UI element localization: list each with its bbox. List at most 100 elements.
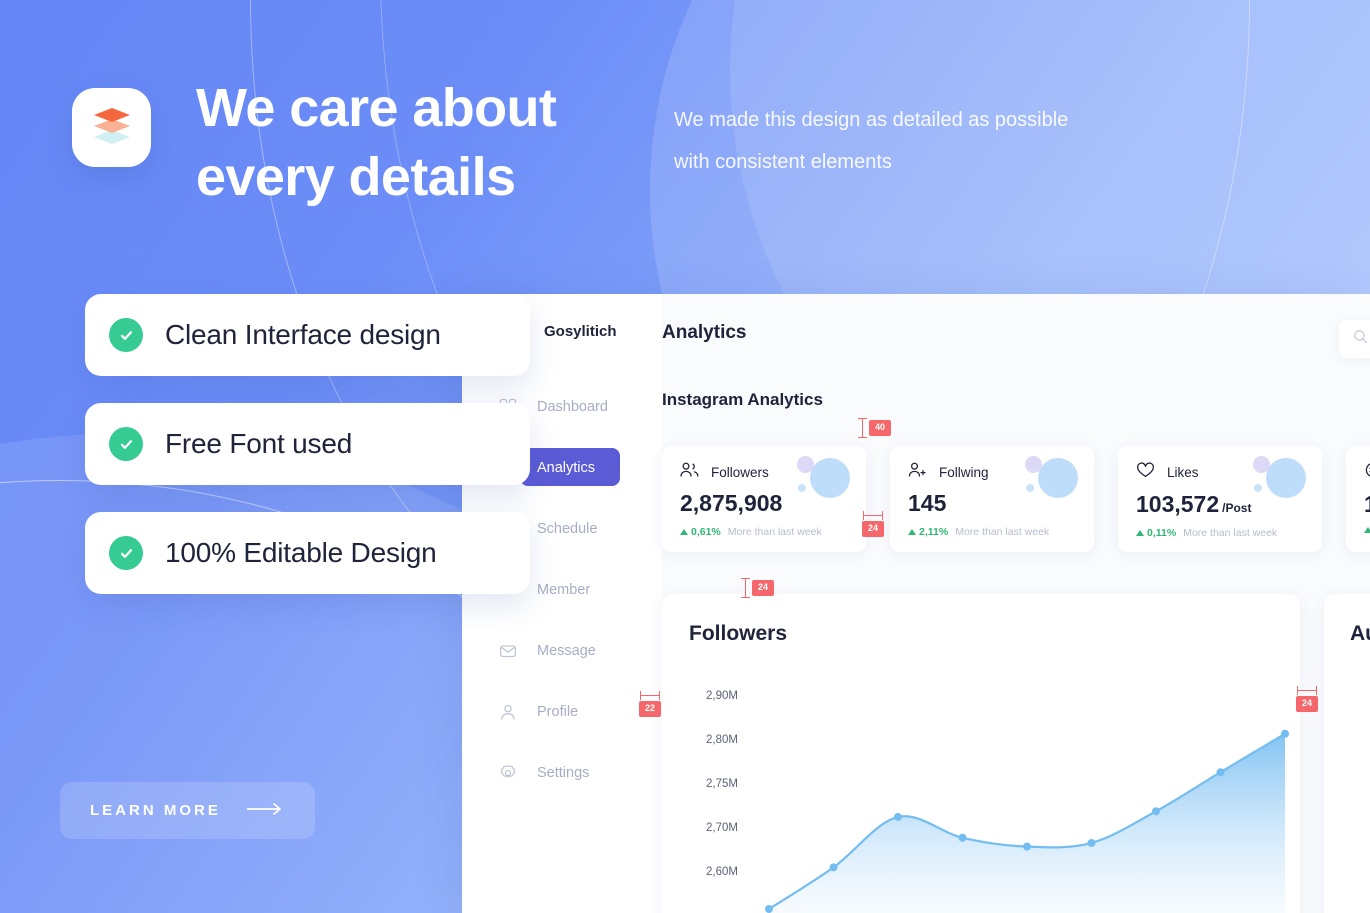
list-item[interactable]: Free Font used <box>85 403 530 485</box>
stat-delta: 2,11% <box>908 526 948 538</box>
followers-area-chart: 2,90M 2,80M 2,75M 2,70M 2,60M <box>662 674 1300 913</box>
y-tick-label: 2,90M <box>706 690 738 702</box>
stat-label: Followers <box>711 464 769 480</box>
sidebar-item-label: Message <box>537 642 596 659</box>
triangle-up-icon <box>680 529 688 535</box>
arrow-right-icon <box>245 802 285 819</box>
stat-delta-value: 0,11% <box>1147 527 1177 539</box>
section-heading: Instagram Analytics <box>662 390 823 409</box>
spec-line-horizontal <box>1297 686 1317 695</box>
spec-value: 22 <box>639 701 662 717</box>
stat-value: 103,572 <box>1136 491 1220 517</box>
dashboard-window: Gosylitich Dashboard Analytics Schedule <box>462 294 1370 913</box>
stat-label: Likes <box>1167 465 1199 480</box>
brand-logo <box>72 88 151 167</box>
stat-note: More than last week <box>1183 527 1278 539</box>
spec-marker-22: 22 <box>639 691 662 717</box>
list-item[interactable]: 100% Editable Design <box>85 512 530 594</box>
stat-card-comments[interactable]: 1 <box>1346 446 1370 552</box>
feature-label: Clean Interface design <box>165 319 441 350</box>
hero-title-line1: We care about <box>196 78 557 138</box>
spec-value: 24 <box>752 580 775 596</box>
feature-label: Free Font used <box>165 428 353 459</box>
chart-data-point[interactable] <box>1152 807 1160 816</box>
hero-subtitle: We made this design as detailed as possi… <box>674 99 1274 183</box>
panel-title: Followers <box>689 622 788 645</box>
chart-data-point[interactable] <box>765 905 773 913</box>
followers-chart-panel: Followers 2,90M 2,80M 2,75M 2,70M 2,60M <box>662 594 1300 913</box>
chart-data-point[interactable] <box>894 812 902 821</box>
sidebar-item-label: Dashboard <box>537 398 608 415</box>
spec-value: 24 <box>862 521 885 537</box>
sidebar-item-profile[interactable]: Profile <box>462 681 662 742</box>
chart-data-point[interactable] <box>1281 729 1289 738</box>
heart-icon <box>1136 462 1155 483</box>
stat-delta-value: 0,61% <box>691 526 721 538</box>
spec-line-horizontal <box>863 511 883 520</box>
stat-delta: 0,61% <box>680 526 721 538</box>
chart-data-point[interactable] <box>829 863 838 872</box>
sidebar-item-label: Analytics <box>537 459 596 476</box>
stat-value: 2,875,908 <box>680 490 783 516</box>
stat-card-list: Followers 2,875,908 0,61% More than last… <box>662 446 1370 552</box>
brand-name: Gosylitich <box>544 323 617 340</box>
spec-marker-24-below: 24 <box>741 578 775 598</box>
stat-note: More than last week <box>955 526 1050 538</box>
learn-more-label: LEARN MORE <box>90 802 221 819</box>
hero-subtitle-line2: with consistent elements <box>674 151 892 173</box>
user-plus-icon <box>908 462 927 482</box>
panel-title: Au <box>1350 622 1370 645</box>
spec-marker-24-right: 24 <box>1296 686 1319 712</box>
stat-delta: 0,11% <box>1136 527 1176 539</box>
stat-card-following[interactable]: Follwing 145 2,11% More than last week <box>890 446 1094 552</box>
main-content: Analytics Instagram Analytics Followers … <box>662 294 1370 913</box>
sidebar-item-message[interactable]: Message <box>462 620 662 681</box>
sidebar-item-label: Schedule <box>537 520 598 537</box>
stat-note: More than last week <box>727 526 822 538</box>
stat-card-likes[interactable]: Likes 103,572/Post 0,11% More than last … <box>1118 446 1322 552</box>
stat-delta <box>1364 527 1370 533</box>
stat-label: Follwing <box>939 464 989 480</box>
check-icon <box>109 536 143 570</box>
person-icon <box>498 702 518 722</box>
spec-line-horizontal <box>640 691 660 700</box>
check-icon <box>109 427 143 461</box>
hero-title-line2: every details <box>196 146 516 207</box>
chart-data-point[interactable] <box>1216 768 1225 777</box>
stat-unit: /Post <box>1222 501 1252 515</box>
y-tick-label: 2,80M <box>706 734 738 746</box>
search-input[interactable] <box>1339 320 1370 358</box>
gear-icon <box>498 763 518 783</box>
chart-data-point[interactable] <box>958 833 967 842</box>
y-tick-label: 2,70M <box>706 822 738 834</box>
stat-card-followers[interactable]: Followers 2,875,908 0,61% More than last… <box>662 446 866 552</box>
triangle-up-icon <box>908 529 916 535</box>
learn-more-button[interactable]: LEARN MORE <box>60 782 315 839</box>
chart-plot-area <box>765 729 1289 913</box>
page-title: We care about every details <box>196 74 666 211</box>
feature-list: Clean Interface design Free Font used 10… <box>85 294 530 621</box>
chart-data-point[interactable] <box>1023 842 1031 851</box>
audience-panel: Au <box>1324 594 1370 913</box>
y-tick-label: 2,75M <box>706 778 738 790</box>
list-item[interactable]: Clean Interface design <box>85 294 530 376</box>
search-icon <box>1353 329 1368 349</box>
stat-delta-value: 2,11% <box>919 526 949 538</box>
hero-section: We care about every details We made this… <box>0 0 1370 300</box>
chart-y-axis: 2,90M 2,80M 2,75M 2,70M 2,60M <box>706 690 762 910</box>
chart-data-point[interactable] <box>1087 838 1096 847</box>
sidebar-item-label: Settings <box>537 764 590 781</box>
feature-label: 100% Editable Design <box>165 537 437 568</box>
spec-marker-40: 40 <box>858 418 892 438</box>
spec-line-vertical <box>858 418 867 438</box>
spec-value: 24 <box>1296 696 1319 712</box>
spec-line-vertical <box>741 578 750 598</box>
triangle-up-icon <box>1364 527 1370 533</box>
sidebar-item-label: Member <box>537 581 591 598</box>
y-tick-label: 2,60M <box>706 866 738 878</box>
envelope-icon <box>498 641 518 661</box>
sidebar-item-settings[interactable]: Settings <box>462 742 662 803</box>
triangle-up-icon <box>1136 530 1144 536</box>
spec-value: 40 <box>869 420 892 436</box>
spec-marker-24-gap: 24 <box>862 511 885 537</box>
